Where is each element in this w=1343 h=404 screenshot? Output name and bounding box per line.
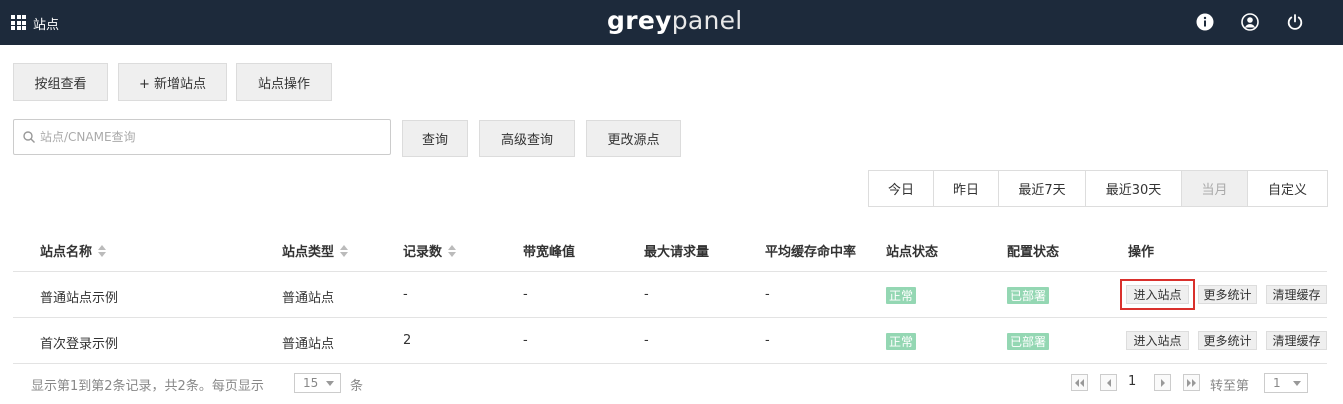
cell-bandwidth: - — [523, 287, 528, 302]
add-site-button[interactable]: + 新增站点 — [118, 63, 227, 101]
more-stats-button[interactable]: 更多统计 — [1198, 285, 1257, 304]
cell-site-name[interactable]: 首次登录示例 — [40, 333, 118, 352]
cell-max-requests: - — [644, 333, 649, 348]
greypanel-logo: greypanel — [607, 6, 743, 35]
apps-grid-icon[interactable] — [11, 15, 26, 30]
prev-page-icon[interactable] — [1100, 374, 1117, 391]
sort-icon — [340, 244, 349, 257]
group-view-button[interactable]: 按组查看 — [13, 63, 108, 101]
status-badge: 正常 — [886, 333, 917, 350]
header-site-type[interactable]: 站点类型 — [282, 241, 349, 260]
cell-cache-hit: - — [765, 287, 770, 302]
header-site-status: 站点状态 — [886, 245, 939, 260]
purge-cache-button[interactable]: 清理缓存 — [1266, 285, 1327, 304]
next-page-icon[interactable] — [1154, 374, 1171, 391]
page-title: 站点 — [33, 18, 60, 33]
cell-site-type: 普通站点 — [282, 291, 335, 306]
last-page-icon[interactable] — [1183, 374, 1200, 391]
power-icon[interactable] — [1286, 13, 1304, 31]
sort-icon — [448, 244, 457, 257]
range-this-month[interactable]: 当月 — [1181, 171, 1247, 206]
search-box — [13, 119, 391, 155]
records-summary: 显示第1到第2条记录，共2条。每页显示 — [31, 379, 264, 394]
range-yesterday[interactable]: 昨日 — [933, 171, 998, 206]
current-page: 1 — [1128, 374, 1137, 389]
site-operations-button[interactable]: 站点操作 — [236, 63, 332, 101]
goto-page-select[interactable]: 1 — [1264, 373, 1308, 393]
info-icon[interactable] — [1196, 13, 1214, 31]
table-divider — [13, 271, 1327, 272]
purge-cache-button[interactable]: 清理缓存 — [1266, 331, 1327, 350]
search-icon — [23, 131, 35, 143]
date-range-selector: 今日 昨日 最近7天 最近30天 当月 自定义 — [868, 170, 1328, 207]
table-divider — [13, 317, 1327, 318]
goto-label: 转至第 — [1210, 379, 1250, 394]
config-badge: 已部署 — [1007, 287, 1050, 304]
header-records[interactable]: 记录数 — [403, 241, 457, 260]
range-last-30-days[interactable]: 最近30天 — [1085, 171, 1181, 206]
advanced-query-button[interactable]: 高级查询 — [479, 120, 575, 157]
user-icon[interactable] — [1241, 13, 1259, 31]
sort-icon — [98, 244, 107, 257]
cell-cache-hit: - — [765, 333, 770, 348]
cell-site-name[interactable]: 普通站点示例 — [40, 287, 118, 306]
config-badge: 已部署 — [1007, 333, 1050, 350]
status-badge: 正常 — [886, 287, 917, 304]
chevron-down-icon — [1293, 381, 1301, 386]
range-custom[interactable]: 自定义 — [1247, 171, 1327, 206]
chevron-down-icon — [326, 381, 334, 386]
header-cache-hit-rate: 平均缓存命中率 — [765, 245, 857, 260]
more-stats-button[interactable]: 更多统计 — [1198, 331, 1257, 350]
cell-site-type: 普通站点 — [282, 337, 335, 352]
page-size-select[interactable]: 15 — [294, 373, 341, 393]
range-last-7-days[interactable]: 最近7天 — [998, 171, 1085, 206]
first-page-icon[interactable] — [1071, 374, 1088, 391]
cell-records: 2 — [403, 333, 412, 348]
header-bandwidth-peak: 带宽峰值 — [523, 245, 576, 260]
enter-site-button[interactable]: 进入站点 — [1126, 331, 1189, 350]
header-actions: 操作 — [1128, 245, 1155, 260]
cell-records: - — [403, 287, 408, 302]
header-config-status: 配置状态 — [1007, 245, 1060, 260]
records-unit: 条 — [350, 379, 364, 394]
change-origin-button[interactable]: 更改源点 — [586, 120, 681, 157]
header-max-requests: 最大请求量 — [644, 245, 710, 260]
top-bar: 站点 greypanel — [0, 0, 1343, 45]
range-today[interactable]: 今日 — [869, 171, 933, 206]
header-site-name[interactable]: 站点名称 — [40, 241, 107, 260]
search-input[interactable] — [40, 120, 380, 154]
cell-bandwidth: - — [523, 333, 528, 348]
highlight-box — [1120, 279, 1195, 310]
cell-max-requests: - — [644, 287, 649, 302]
query-button[interactable]: 查询 — [402, 120, 468, 157]
table-divider — [13, 363, 1327, 364]
